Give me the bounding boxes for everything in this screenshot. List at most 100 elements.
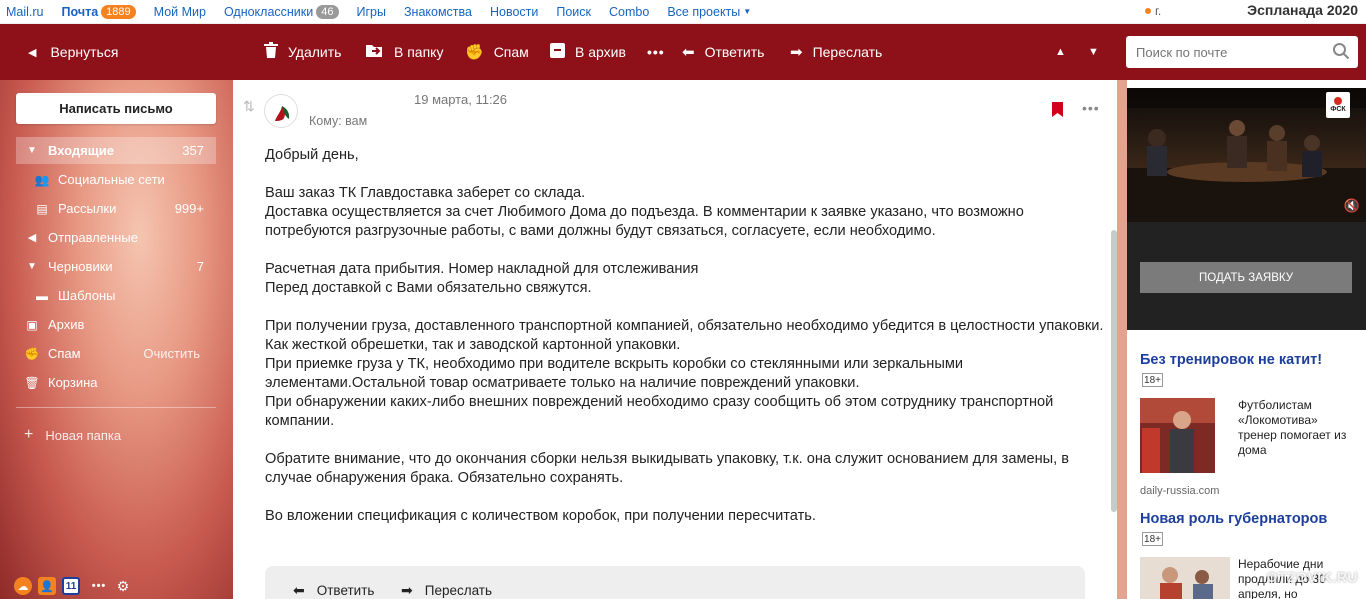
nav-odnoklassniki[interactable]: Одноклассники 46 (224, 4, 339, 19)
compose-button[interactable]: Написать письмо (16, 93, 216, 124)
mute-icon[interactable]: 🔇 (1344, 198, 1360, 214)
settings-gear-icon[interactable]: ⚙ (114, 577, 132, 595)
more-options-icon[interactable]: ••• (1082, 100, 1100, 116)
sidebar-divider (16, 407, 216, 408)
top-banner-text[interactable]: Эспланада 2020 (1247, 2, 1358, 18)
letter-body: Добрый день, Ваш заказ ТК Главдоставка з… (265, 146, 1105, 545)
letter-paragraph: Обратите внимание, что до окончания сбор… (265, 451, 1070, 486)
folder-move-icon (366, 43, 384, 61)
sidebar-item-label: Спам (48, 346, 81, 361)
letter-paragraph: Расчетная дата прибытия. Номер накладной… (265, 261, 699, 296)
forward-label: Переслать (812, 44, 883, 60)
nav-mailru[interactable]: Mail.ru (6, 5, 44, 19)
sidebar-item-inbox[interactable]: ▼ Входящие 357 (16, 137, 216, 164)
thumbs-down-icon: ✊ (24, 346, 40, 361)
thread-arrows-icon[interactable]: ⇅ (243, 98, 255, 115)
sidebar-item-templates[interactable]: ▬ Шаблоны (16, 282, 216, 309)
news-heading[interactable]: Без тренировок не катит! (1140, 352, 1322, 368)
back-button[interactable]: ◀ Вернуться (28, 24, 118, 80)
new-folder-label: Новая папка (45, 427, 122, 443)
nav-pochta[interactable]: Почта 1889 (61, 4, 136, 19)
nav-search[interactable]: Поиск (556, 5, 591, 19)
quick-reply-button[interactable]: ⬅ Ответить (293, 582, 374, 599)
sidebar-item-label: Шаблоны (58, 288, 116, 303)
clear-spam-link[interactable]: Очистить (143, 346, 200, 361)
age-badge: 18+ (1142, 373, 1163, 387)
news-heading[interactable]: Новая роль губернаторов (1140, 511, 1327, 527)
letter-date: 19 марта, 11:26 (414, 92, 508, 107)
spam-button[interactable]: ✊ Спам (465, 24, 529, 80)
reply-arrow-icon: ⬅ (682, 44, 695, 61)
new-folder-button[interactable]: + Новая папка (24, 426, 121, 444)
fsk-logo-mark (1334, 97, 1342, 105)
nav-pochta-label: Почта (61, 4, 99, 19)
fsk-logo-text: ФСК (1330, 106, 1346, 113)
sender-avatar[interactable] (264, 94, 298, 128)
letter-paragraph: Во вложении спецификация с количеством к… (265, 508, 816, 524)
nav-all-projects[interactable]: Все проекты ▼ (667, 5, 751, 19)
trash-icon: 🗑 (24, 375, 40, 390)
bookmark-icon[interactable] (1052, 102, 1063, 117)
news-thumbnail[interactable] (1140, 557, 1230, 599)
chevron-down-icon: ▼ (743, 7, 752, 16)
reply-button[interactable]: ⬅ Ответить (682, 24, 764, 80)
sidebar-item-newsletters[interactable]: ▤ Рассылки 999+ (16, 195, 216, 222)
nav-games[interactable]: Игры (357, 5, 386, 19)
contacts-icon[interactable]: 👤 (38, 577, 56, 595)
quick-forward-label: Переслать (424, 583, 493, 598)
sidebar-item-label: Социальные сети (58, 172, 165, 187)
fsk-logo: ФСК (1326, 92, 1350, 118)
quick-forward-button[interactable]: ➡ Переслать (401, 582, 492, 599)
more-actions-icon[interactable]: ••• (647, 24, 665, 80)
forward-button[interactable]: ➡ Переслать (790, 24, 882, 80)
watermark: OTZOVIK.RU (1266, 569, 1358, 585)
back-arrow-icon: ◀ (28, 46, 37, 59)
thumbs-down-icon: ✊ (465, 44, 484, 61)
delete-button[interactable]: Удалить (264, 24, 341, 80)
news-source[interactable]: daily-russia.com (1140, 485, 1219, 497)
bottom-app-bar: ☁ 👤 11 ••• ⚙ (14, 577, 132, 595)
letter-recipient: Кому: вам (309, 114, 368, 128)
letter-paragraph: Ваш заказ ТК Главдоставка заберет со скл… (265, 185, 1024, 239)
sidebar-item-archive[interactable]: ▣ Архив (16, 311, 216, 338)
archive-button[interactable]: В архив (550, 24, 626, 80)
pochta-badge: 1889 (101, 4, 136, 19)
calendar-icon[interactable]: 11 (62, 577, 80, 595)
sidebar-item-social[interactable]: 👥 Социальные сети (16, 166, 216, 193)
ad-video[interactable]: ФСК 🔇 (1127, 88, 1366, 222)
nav-news[interactable]: Новости (490, 5, 538, 19)
previous-letter-icon[interactable]: ▲ (1055, 24, 1066, 80)
scrollbar[interactable] (1111, 230, 1117, 512)
letter-paragraph: При получении груза, доставленного транс… (265, 318, 1104, 429)
search-box[interactable] (1126, 36, 1358, 68)
forward-arrow-icon: ➡ (401, 582, 413, 598)
mail-toolbar: ◀ Вернуться Удалить В папку ✊ Спам В архив… (0, 24, 1366, 80)
sidebar-item-spam[interactable]: ✊ Спам Очистить (16, 340, 216, 367)
sidebar-item-trash[interactable]: 🗑 Корзина (16, 369, 216, 396)
nav-all-projects-label: Все проекты (667, 4, 741, 19)
ad-cta-button[interactable]: Подать заявку (1140, 262, 1352, 293)
news-text[interactable]: Футболистам «Локомотива» тренер помогает… (1238, 398, 1356, 458)
news-thumbnail[interactable] (1140, 398, 1215, 473)
delete-label: Удалить (288, 44, 342, 60)
search-icon[interactable] (1332, 42, 1350, 60)
user-menu[interactable]: г. (1145, 4, 1161, 18)
search-input[interactable] (1136, 44, 1316, 60)
nav-combo[interactable]: Combo (609, 5, 649, 19)
quick-reply-label: Ответить (316, 583, 375, 598)
spam-label: Спам (493, 44, 529, 60)
age-badge: 18+ (1142, 532, 1163, 546)
cloud-icon[interactable]: ☁ (14, 577, 32, 595)
sidebar-item-label: Входящие (48, 143, 114, 158)
nav-moy-mir[interactable]: Мой Мир (154, 5, 206, 19)
next-letter-icon[interactable]: ▼ (1088, 24, 1099, 80)
sidebar-item-drafts[interactable]: ▼ Черновики 7 (16, 253, 216, 280)
move-to-folder-button[interactable]: В папку (366, 24, 443, 80)
archive-icon: ▣ (26, 317, 38, 332)
sidebar-item-label: Архив (48, 317, 85, 332)
reply-arrow-icon: ⬅ (293, 582, 305, 598)
sidebar-item-sent[interactable]: ◀ Отправленные (16, 224, 216, 251)
more-apps-icon[interactable]: ••• (90, 577, 108, 595)
sidebar-item-label: Черновики (48, 259, 113, 274)
nav-dating[interactable]: Знакомства (404, 5, 472, 19)
